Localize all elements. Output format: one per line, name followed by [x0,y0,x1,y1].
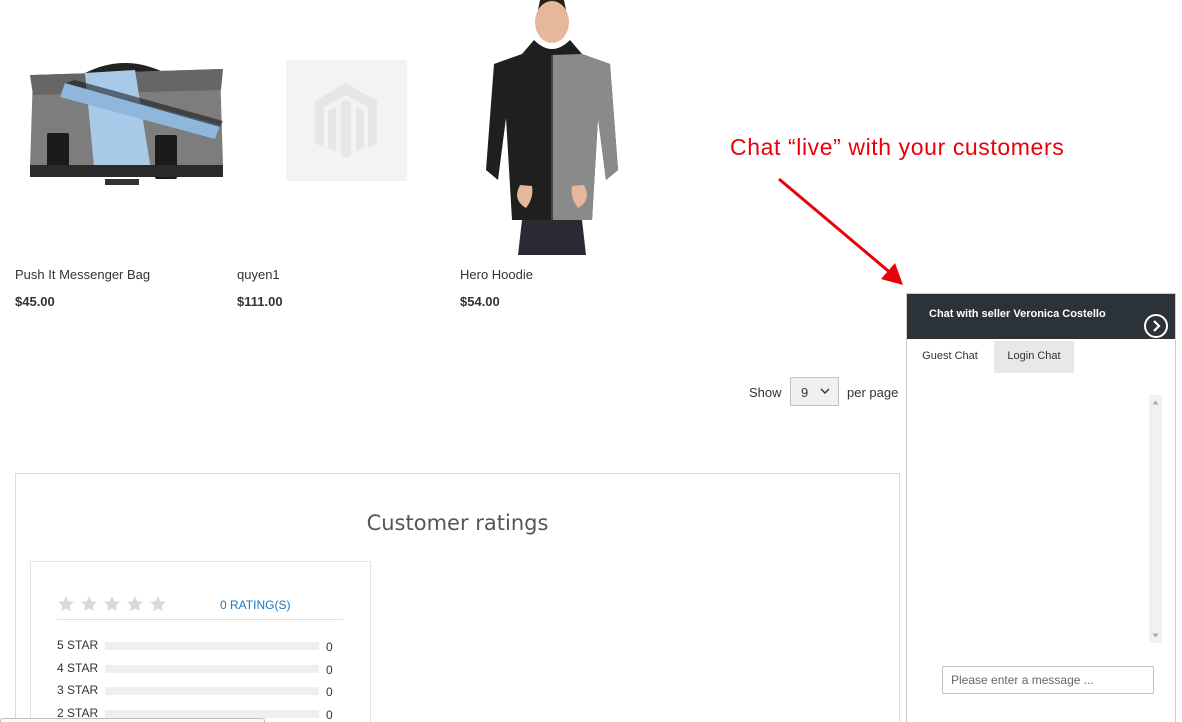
product-price: $54.00 [460,294,500,309]
show-label: Show [749,385,782,400]
hoodie-image[interactable] [482,0,622,255]
star-rating [57,595,167,613]
customer-ratings-section: Customer ratings 0 RATING(S) 5 STAR 0 4 … [15,473,900,722]
chat-message-input[interactable] [942,666,1154,694]
rating-row-count: 0 [326,663,333,677]
star-icon [150,596,166,612]
star-icon [104,596,120,612]
rating-row-count: 0 [326,640,333,654]
ratings-count-link[interactable]: 0 RATING(S) [220,598,290,612]
tab-guest-chat[interactable]: Guest Chat [907,341,993,373]
horizontal-scrollbar[interactable] [0,718,265,722]
chat-widget: Chat with seller Veronica Costello Guest… [906,293,1176,722]
chevron-right-icon[interactable] [1143,313,1169,339]
scroll-up-icon[interactable] [1152,399,1159,406]
star-icon [81,596,97,612]
arrow-icon [778,177,903,285]
product-name[interactable]: Hero Hoodie [460,267,533,282]
star-icon [58,596,74,612]
ratings-title: Customer ratings [366,511,549,535]
rating-row-label: 3 STAR [57,683,99,697]
limiter-select[interactable]: 9 [790,377,839,406]
messenger-bag-image[interactable] [25,55,225,195]
rating-bar [105,710,319,718]
rating-bar [105,642,319,650]
product-item[interactable]: quyen1 $111.00 [237,0,452,320]
product-price: $45.00 [15,294,55,309]
rating-row: 3 STAR 0 [57,683,347,703]
placeholder-image[interactable] [286,60,407,181]
product-price: $111.00 [237,294,283,309]
rating-bar [105,665,319,673]
tab-login-chat[interactable]: Login Chat [994,341,1074,373]
divider [57,619,343,620]
chat-title: Chat with seller Veronica Costello [929,308,1106,320]
rating-row-count: 0 [326,685,333,699]
limiter-value: 9 [801,385,809,400]
rating-row-count: 0 [326,708,333,722]
rating-row-label: 5 STAR [57,638,99,652]
rating-bar [105,687,319,695]
scroll-down-icon[interactable] [1152,632,1159,639]
promo-annotation: Chat “live” with your customers [730,134,1065,160]
product-item[interactable]: Hero Hoodie $54.00 [460,0,675,320]
chevron-down-icon [820,388,830,394]
chat-messages-area [921,395,1161,643]
product-item[interactable]: Push It Messenger Bag $45.00 [15,0,230,320]
chat-header: Chat with seller Veronica Costello [907,294,1175,339]
rating-row-label: 4 STAR [57,661,99,675]
per-page-label: per page [847,385,899,400]
ratings-summary: 0 RATING(S) 5 STAR 0 4 STAR 0 3 STAR 0 2… [30,561,371,722]
rating-row: 5 STAR 0 [57,638,347,658]
rating-row: 4 STAR 0 [57,661,347,681]
chat-scrollbar[interactable] [1149,395,1162,643]
star-icon [127,596,143,612]
product-name[interactable]: quyen1 [237,267,280,282]
product-name[interactable]: Push It Messenger Bag [15,267,150,282]
